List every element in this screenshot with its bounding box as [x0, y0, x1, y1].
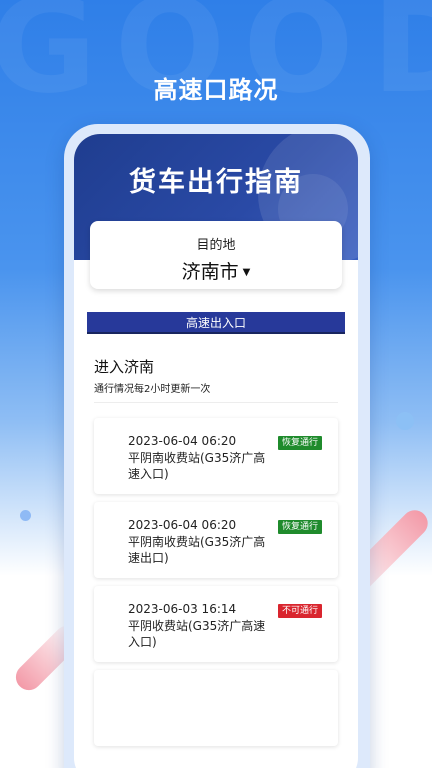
- page-title: 高速口路况: [153, 76, 279, 104]
- banner-title: 货车出行指南: [129, 167, 303, 198]
- list-item[interactable]: 2023-06-04 06:20 平阴南收费站(G35济广高速入口) 恢复通行: [94, 418, 338, 494]
- status-badge: 不可通行: [277, 604, 322, 618]
- phone-screen: 货车出行指南 目的地 济南市 ▼ 高速出入口 进入济南 通行情况每2小时更新一次 …: [74, 134, 358, 768]
- item-time: 2023-06-03 16:14: [128, 602, 237, 616]
- item-time: 2023-06-04 06:20: [128, 434, 237, 448]
- destination-selector[interactable]: 目的地 济南市 ▼: [90, 221, 342, 289]
- section-title: 进入济南: [94, 358, 155, 376]
- destination-value[interactable]: 济南市 ▼: [90, 257, 342, 284]
- item-location: 平阴南收费站(G35济广高速出口): [128, 535, 266, 565]
- section-subtitle: 通行情况每2小时更新一次: [94, 384, 211, 395]
- list-item[interactable]: 2023-06-03 16:14 平阴收费站(G35济广高速入口) 不可通行: [94, 586, 338, 662]
- list-item[interactable]: [94, 670, 338, 746]
- status-badge: 恢复通行: [277, 436, 322, 450]
- decor-dot: [396, 412, 414, 430]
- list-item[interactable]: 2023-06-04 06:20 平阴南收费站(G35济广高速出口) 恢复通行: [94, 502, 338, 578]
- decor-dot: [20, 510, 31, 521]
- caret-down-icon: ▼: [242, 267, 251, 278]
- item-time: 2023-06-04 06:20: [128, 518, 237, 532]
- item-location: 平阴收费站(G35济广高速入口): [128, 619, 266, 649]
- status-badge: 恢复通行: [277, 520, 322, 534]
- item-location: 平阴南收费站(G35济广高速入口): [128, 451, 266, 481]
- destination-label: 目的地: [196, 238, 236, 253]
- divider: [94, 402, 338, 403]
- destination-city: 济南市: [181, 261, 239, 283]
- tab-highway-exits[interactable]: 高速出入口: [87, 312, 345, 334]
